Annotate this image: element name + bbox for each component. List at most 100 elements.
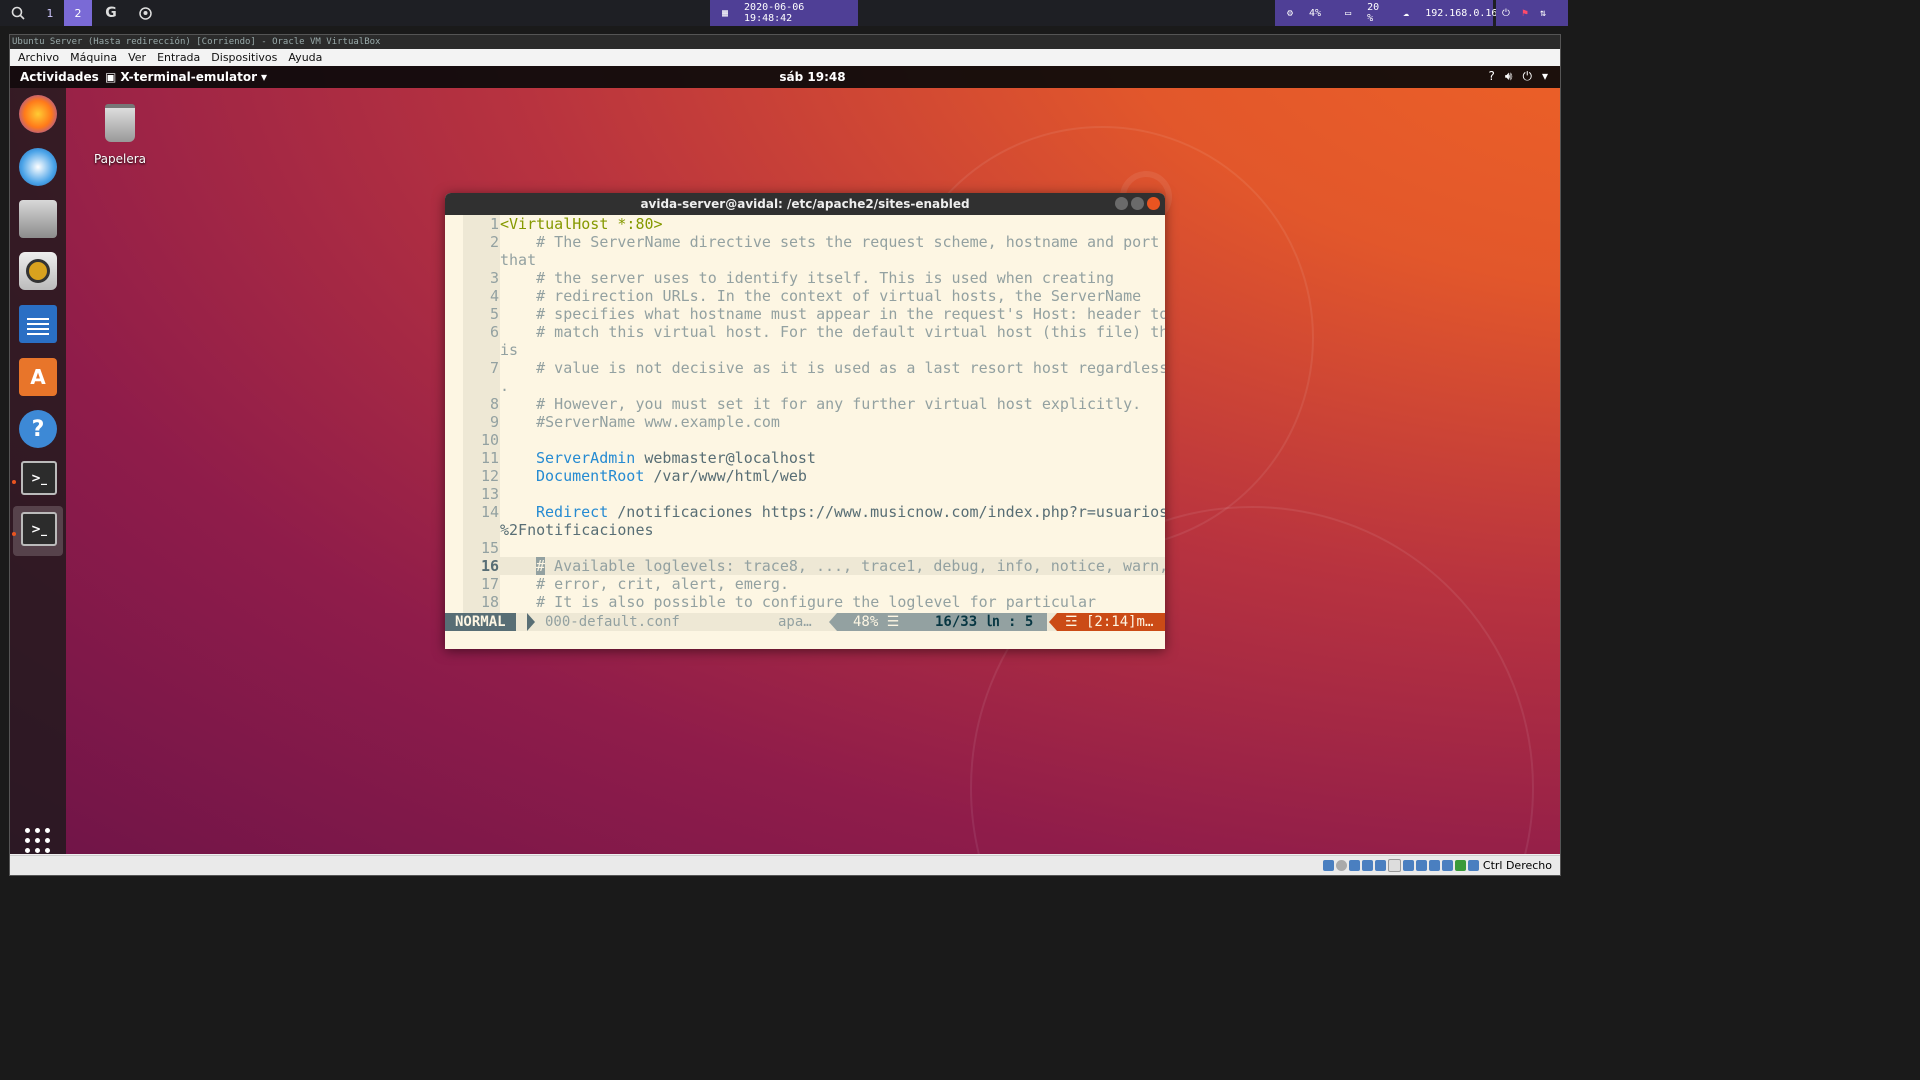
menu-archivo[interactable]: Archivo xyxy=(18,51,59,64)
github-icon[interactable] xyxy=(134,0,156,26)
tray-chevron-icon: ▾ xyxy=(1541,69,1548,83)
directive-value: /var/www/html/web xyxy=(644,467,807,485)
terminal-icon[interactable]: >_ xyxy=(21,461,57,495)
mouse-integration-icon[interactable] xyxy=(1441,860,1453,871)
disk-text: 20 % xyxy=(1367,2,1380,24)
trash-icon xyxy=(105,104,135,142)
code-line: # the server uses to identify itself. Th… xyxy=(500,269,1115,287)
menu-ver[interactable]: Ver xyxy=(128,51,146,64)
rhythmbox-icon[interactable] xyxy=(19,252,57,290)
code-line-wrap: that xyxy=(500,251,537,269)
line-number: 17 xyxy=(463,575,499,593)
accessibility-icon: ? xyxy=(1488,69,1495,83)
display-icon[interactable] xyxy=(1402,860,1414,871)
terminal-icon-active[interactable]: >_ xyxy=(21,512,57,546)
app-grid-icon[interactable] xyxy=(25,828,51,854)
cpu-text: 4% xyxy=(1309,7,1322,19)
code-line: # match this virtual host. For the defau… xyxy=(500,323,1165,341)
cursor-position: 48% ☰ 16/33 ㏑ : 5 xyxy=(837,613,1047,631)
ip-text: 192.168.0.16 xyxy=(1425,7,1498,19)
line-number: 12 xyxy=(463,467,499,485)
gnome-clock[interactable]: sáb 19:48 xyxy=(10,70,1560,84)
virtualbox-statusbar: Ctrl Derecho xyxy=(10,855,1560,875)
command-line[interactable] xyxy=(445,631,1165,649)
gnome-tray[interactable]: ? 🔊︎ ⏻ ▾ xyxy=(1489,69,1548,84)
transfer-icon[interactable]: ⇅ xyxy=(1540,8,1546,19)
libreoffice-writer-icon[interactable] xyxy=(19,305,57,343)
host-key-icon[interactable] xyxy=(1467,860,1479,871)
code-line: # error, crit, alert, emerg. xyxy=(500,575,789,593)
line-number: 11 xyxy=(463,449,499,467)
workspace-2[interactable]: 2 xyxy=(64,0,92,26)
line-number: 6 xyxy=(463,323,499,341)
code-line: # value is not decisive as it is used as… xyxy=(500,359,1165,377)
usb-icon[interactable] xyxy=(1374,860,1386,871)
text-cursor: # xyxy=(536,557,546,575)
code-line: #ServerName www.example.com xyxy=(500,413,780,431)
menu-ayuda[interactable]: Ayuda xyxy=(288,51,322,64)
audio-icon[interactable] xyxy=(1348,860,1360,871)
line-number: 8 xyxy=(463,395,499,413)
network-status-icon[interactable] xyxy=(1361,860,1373,871)
calendar-icon: ▦ xyxy=(722,7,729,19)
datetime-pill[interactable]: ▦ 2020-06-06 19:48:42 xyxy=(710,0,858,26)
code-line-wrap: is xyxy=(500,341,519,359)
directive-keyword: DocumentRoot xyxy=(536,467,645,485)
hdd-icon[interactable] xyxy=(1322,860,1334,871)
line-number: 5 xyxy=(463,305,499,323)
running-indicator xyxy=(12,480,16,484)
files-icon[interactable] xyxy=(19,200,57,238)
file-type: apa… xyxy=(778,614,812,630)
firefox-icon[interactable] xyxy=(19,95,57,133)
line-number: 2 xyxy=(463,233,499,251)
line-number: 9 xyxy=(463,413,499,431)
power-icon[interactable]: ⏻ xyxy=(1502,8,1510,19)
help-icon[interactable]: ? xyxy=(19,410,57,448)
line-number: 13 xyxy=(463,485,499,503)
power-menu-icon: ⏻ xyxy=(1522,69,1532,83)
terminal-window[interactable]: avida-server@avidal: /etc/apache2/sites-… xyxy=(445,193,1165,649)
host-key-label: Ctrl Derecho xyxy=(1482,859,1552,872)
terminal-titlebar[interactable]: avida-server@avidal: /etc/apache2/sites-… xyxy=(445,193,1165,215)
datetime-text: 2020-06-06 19:48:42 xyxy=(744,2,805,24)
menu-maquina[interactable]: Máquina xyxy=(70,51,117,64)
line-number: 3 xyxy=(463,269,499,287)
warning-text: ☲ [2:14]m… xyxy=(1065,614,1154,630)
gnome-top-bar: Actividades ▣ X-terminal-emulator ▾ sáb … xyxy=(10,66,1560,88)
disk-icon: ▭ xyxy=(1345,7,1352,19)
minimize-icon[interactable] xyxy=(1115,197,1128,210)
recording-icon[interactable] xyxy=(1415,860,1427,871)
virtualbox-title: Ubuntu Server (Hasta redirección) [Corri… xyxy=(10,35,1560,49)
file-name: 000-default.conf xyxy=(545,614,680,630)
trash-desktop-icon[interactable]: Papelera xyxy=(90,104,150,166)
search-icon[interactable] xyxy=(4,0,32,26)
directive-keyword: ServerAdmin xyxy=(536,449,636,467)
close-icon[interactable] xyxy=(1147,197,1160,210)
code-line: # However, you must set it for any furth… xyxy=(500,395,1142,413)
line-number: 10 xyxy=(463,431,499,449)
cpu-status-icon[interactable] xyxy=(1428,860,1440,871)
line-number: 4 xyxy=(463,287,499,305)
host-top-bar: 1 2 G ▦ 2020-06-06 19:48:42 ⚙ 4% ▭ 20 % ☁ 19… xyxy=(0,0,1568,26)
menu-entrada[interactable]: Entrada xyxy=(157,51,200,64)
trash-label: Papelera xyxy=(93,152,147,166)
keyboard-icon[interactable] xyxy=(1454,860,1466,871)
maximize-icon[interactable] xyxy=(1131,197,1144,210)
flag-icon[interactable]: ⚑ xyxy=(1522,8,1528,19)
menu-dispositivos[interactable]: Dispositivos xyxy=(211,51,277,64)
thunderbird-icon[interactable] xyxy=(19,148,57,186)
vim-editor[interactable]: 1 <VirtualHost *:80> 2 # The ServerName … xyxy=(445,215,1165,613)
code-line: # specifies what hostname must appear in… xyxy=(500,305,1165,323)
workspace-1[interactable]: 1 xyxy=(36,0,64,26)
software-center-icon[interactable]: A xyxy=(19,358,57,396)
shared-folders-icon[interactable] xyxy=(1387,859,1401,872)
cpu-icon: ⚙ xyxy=(1287,7,1294,19)
vim-statusline: NORMAL 000-default.conf apa… 48% ☰ 16/33… xyxy=(445,613,1165,631)
directive-keyword: Redirect xyxy=(536,503,609,521)
mode-indicator: NORMAL xyxy=(445,613,516,631)
optical-icon[interactable] xyxy=(1335,860,1347,871)
whitespace-warning: ☲ [2:14]m… xyxy=(1057,613,1165,631)
network-icon: ☁ xyxy=(1403,7,1410,19)
percent-text: 48% ☰ xyxy=(853,614,900,630)
google-icon[interactable]: G xyxy=(100,0,122,26)
